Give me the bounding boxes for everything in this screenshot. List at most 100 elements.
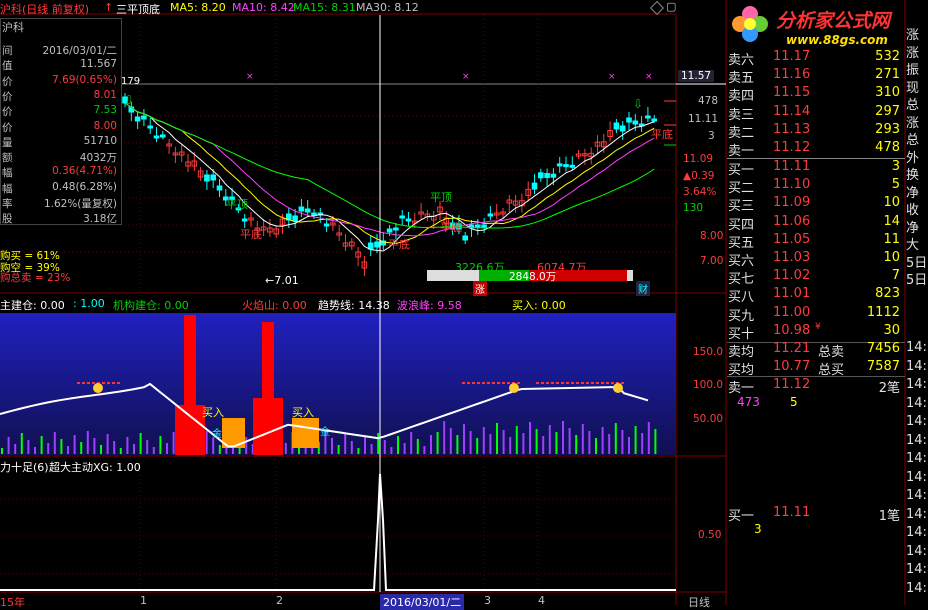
candle-body [531, 182, 538, 190]
info-row: 股 3.18亿 [1, 211, 119, 227]
x-marker-icon: × [246, 72, 254, 82]
candle-body [563, 164, 569, 168]
money-bag-icon [509, 383, 519, 393]
side-stat-label: 外 [906, 150, 920, 166]
sell-row[interactable]: 卖二 11.13 293 [727, 122, 904, 141]
level-volume: 14 [883, 213, 900, 229]
period-button[interactable]: 日线 [688, 594, 710, 610]
buy-row[interactable]: 买九 11.00 1112 [727, 305, 904, 324]
info-value: 7.53 [93, 104, 117, 117]
info-key: 率 [2, 198, 13, 210]
info-value: 4032万 [79, 152, 117, 165]
sell1-detail-row: 卖一 11.12 2笔 [728, 377, 900, 396]
level-price: 11.05 [773, 231, 811, 247]
candle-body [147, 125, 153, 129]
sell-row[interactable]: 卖六 11.17 532 [727, 49, 904, 68]
level-price: 11.16 [773, 67, 811, 83]
info-value: 11.567 [80, 58, 117, 71]
info-value: 8.00 [93, 119, 117, 132]
candle-body [556, 163, 563, 167]
level-price: 11.03 [773, 250, 811, 265]
buy-row[interactable]: 买二 11.10 5 [727, 177, 904, 196]
sub2-label-a: 力十足(6) [0, 461, 49, 474]
cursor-date: 2016/03/01/二 [380, 594, 465, 610]
level-price: 10.98 [773, 322, 811, 338]
tick-time: 14: [906, 506, 927, 522]
candle-body [405, 218, 412, 222]
side-stat-label: 现 [906, 80, 920, 96]
buy-row[interactable]: 买八 11.01 823 [727, 286, 904, 306]
ping-ding-label: 平顶 [226, 198, 248, 211]
tick-time: 14: [906, 377, 927, 392]
main-axis-label: 3 [708, 130, 715, 142]
sell-row[interactable]: 卖三 11.14 297 [727, 104, 904, 123]
info-key: 值 [2, 60, 13, 73]
candle-body [550, 173, 557, 178]
total-sell-percent: 购总卖 = 23% [0, 272, 71, 284]
info-row: 值 11.567 [1, 58, 119, 74]
info-row: 幅 0.48(6.28%) [1, 181, 119, 197]
tick-time: 14: [906, 469, 927, 485]
level-price: 11.01 [773, 286, 811, 302]
level-volume: 310 [875, 85, 900, 101]
expand-icon[interactable]: ▢ [666, 0, 676, 13]
month-tick: 3 [484, 594, 491, 607]
tick-time: 14: [906, 580, 927, 596]
flow-mid-value: 2848.0万 [509, 271, 557, 283]
info-row: 幅 0.36(4.71%) [1, 165, 119, 181]
buy-row[interactable]: 买七 11.02 7 [727, 268, 904, 287]
sell-row[interactable]: 卖五 11.16 271 [727, 67, 904, 87]
sub2-label-b: 超大主动XG: 1.00 [49, 461, 141, 474]
candle-body [311, 212, 317, 216]
info-row: 额 4032万 [1, 150, 119, 166]
level-price: 11.09 [773, 195, 811, 211]
buy-row[interactable]: 买四 11.06 14 [727, 213, 904, 233]
sell-row[interactable]: 卖四 11.15 310 [727, 85, 904, 104]
sub1-axis-label: 50.00 [693, 413, 724, 425]
info-key: 间 [2, 45, 13, 57]
info-panel: 沪科 间 2016/03/01/二值 11.567 价 7.69(0.65%) 价 … [0, 18, 122, 225]
candle-body [626, 117, 632, 123]
level-volume: 30 [883, 322, 900, 338]
value-179: 179 [121, 76, 141, 87]
candle-body [241, 218, 248, 222]
candle-body [304, 208, 311, 213]
tick-time: 14: [906, 543, 927, 559]
level-label: 卖一 [728, 144, 755, 159]
candle-body [153, 135, 160, 139]
candle-body [393, 227, 399, 231]
x-marker-icon: × [462, 72, 470, 82]
info-row: 价 7.53 [1, 104, 119, 120]
tick-time: 14: [906, 395, 927, 411]
buy-avg-row: 买均 10.77 总买 7587 [728, 359, 900, 378]
info-key: 幅 [2, 182, 13, 195]
level-label: 买九 [728, 308, 755, 324]
buy-row[interactable]: 买一 11.11 3 [727, 159, 904, 178]
tick-time: 14: [906, 525, 927, 540]
formula-name[interactable]: 三平顶底 [116, 1, 160, 17]
side-stat-label: 5日 [906, 273, 928, 288]
side-stat-label: 5日 [906, 255, 928, 271]
level-label: 买六 [728, 254, 755, 269]
info-value: 2016/03/01/二 [42, 45, 117, 57]
info-row: 价 8.00 [1, 120, 119, 136]
buy-row[interactable]: 买六 11.03 10 [727, 250, 904, 269]
sell-row[interactable]: 卖一 11.12 478 [727, 140, 904, 159]
candle-body [204, 174, 210, 182]
logo-url: www.88gs.com [786, 33, 888, 47]
main-axis-label: 11.09 [683, 153, 714, 165]
info-row: 价 8.01 [1, 89, 119, 105]
info-value: 51710 [83, 134, 117, 147]
buy1-detail-row: 买一 11.11 1笔 [728, 505, 900, 524]
info-value: 0.36(4.71%) [52, 165, 117, 178]
level-label: 卖五 [728, 71, 755, 87]
buy-row[interactable]: 买三 11.09 10 [727, 195, 904, 214]
level-label: 卖六 [728, 53, 755, 68]
info-value: 0.48(6.28%) [52, 180, 117, 193]
level-label: 买八 [728, 290, 755, 306]
side-stat-label: 大 [906, 238, 920, 253]
level-volume: 823 [875, 286, 900, 302]
level-label: 买一 [728, 163, 755, 178]
level-volume: 10 [883, 195, 900, 211]
buy-row[interactable]: 买五 11.05 11 [727, 231, 904, 251]
